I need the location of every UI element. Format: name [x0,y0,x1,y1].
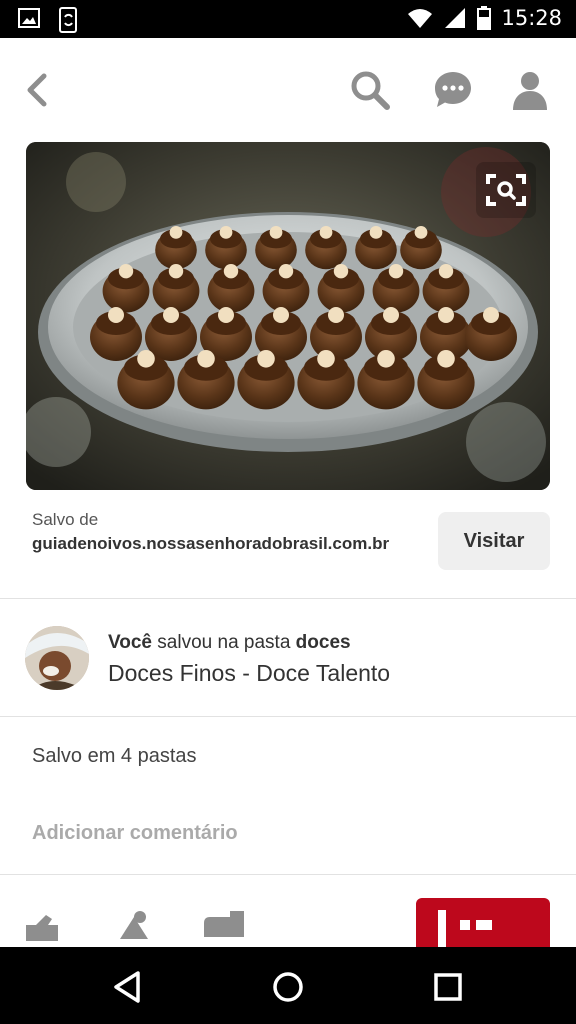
back-triangle-icon[interactable] [108,967,148,1007]
saved-from: Salvo de guiadenoivos.nossasenhoradobras… [32,510,412,554]
navigation-bar [0,947,576,1024]
image-icon [18,8,40,28]
zoom-search-icon [486,174,526,206]
phone-sync-icon [59,7,77,33]
comment-input[interactable]: Adicionar comentário [32,822,238,845]
visit-button[interactable]: Visitar [438,512,550,570]
signal-icon [445,8,466,28]
action-bar [0,875,576,947]
pin-image[interactable] [26,142,550,490]
like-icon[interactable] [22,911,62,941]
pin-icon [438,910,492,947]
avatar-photo [25,626,89,690]
chocolate-tray-image [26,142,550,490]
chat-icon[interactable] [431,68,475,112]
saved-from-label: Salvo de [32,510,99,529]
wifi-icon [408,9,433,28]
activity-summary: Você salvou na pasta doces [108,632,390,654]
recents-square-icon[interactable] [428,967,468,1007]
home-circle-icon[interactable] [268,967,308,1007]
more-icon[interactable] [200,907,248,937]
save-button[interactable] [416,898,550,947]
status-time: 15:28 [501,6,562,30]
divider [0,716,576,717]
pin-title: Doces Finos - Doce Talento [108,660,391,686]
activity-board[interactable]: doces [296,632,351,653]
activity-action: salvou na pasta [157,632,291,653]
send-icon[interactable] [112,909,152,939]
activity-actor: Você [108,632,153,653]
back-icon[interactable] [18,70,58,110]
search-icon[interactable] [348,68,392,112]
activity-row[interactable]: Você salvou na pasta doces Doces Finos -… [0,598,576,716]
top-toolbar [0,38,576,142]
profile-icon[interactable] [508,68,552,112]
battery-icon [477,6,492,30]
zoom-button[interactable] [476,162,536,218]
status-bar: 15:28 [0,0,576,38]
saved-in-count[interactable]: Salvo em 4 pastas [32,745,197,768]
source-url[interactable]: guiadenoivos.nossasenhoradobrasil.com.br [32,534,412,554]
avatar[interactable] [25,626,89,690]
